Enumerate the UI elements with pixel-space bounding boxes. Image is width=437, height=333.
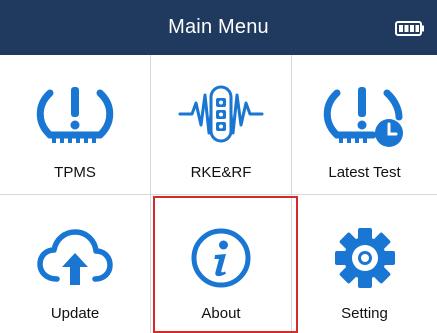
key-fob-signal-icon <box>151 81 291 147</box>
grid-divider <box>0 194 437 195</box>
menu-label-about: About <box>201 305 241 322</box>
menu-grid: TPMS RKE&RF Latest Test Update About Set… <box>0 55 437 333</box>
menu-tile-setting[interactable]: Setting <box>292 195 437 333</box>
info-icon <box>151 226 291 290</box>
menu-label-rke-rf: RKE&RF <box>190 164 252 181</box>
gear-icon <box>292 225 437 291</box>
menu-label-setting: Setting <box>341 305 388 322</box>
menu-label-tpms: TPMS <box>54 164 96 181</box>
tire-clock-icon <box>292 83 437 149</box>
menu-tile-update[interactable]: Update <box>0 195 150 333</box>
battery-full-icon <box>395 21 425 36</box>
cloud-upload-icon <box>0 227 150 289</box>
header-bar: Main Menu <box>0 0 437 55</box>
menu-label-update: Update <box>50 305 100 322</box>
menu-tile-rke-rf[interactable]: RKE&RF <box>151 55 291 194</box>
page-title: Main Menu <box>168 16 269 38</box>
tire-warning-icon <box>0 83 150 145</box>
menu-tile-about[interactable]: About <box>151 195 291 333</box>
menu-tile-latest-test[interactable]: Latest Test <box>292 55 437 194</box>
menu-label-latest-test: Latest Test <box>328 164 401 181</box>
menu-tile-tpms[interactable]: TPMS <box>0 55 150 194</box>
main-menu-screen: Main Menu TPMS RKE&RF Latest Test Update… <box>0 0 437 333</box>
